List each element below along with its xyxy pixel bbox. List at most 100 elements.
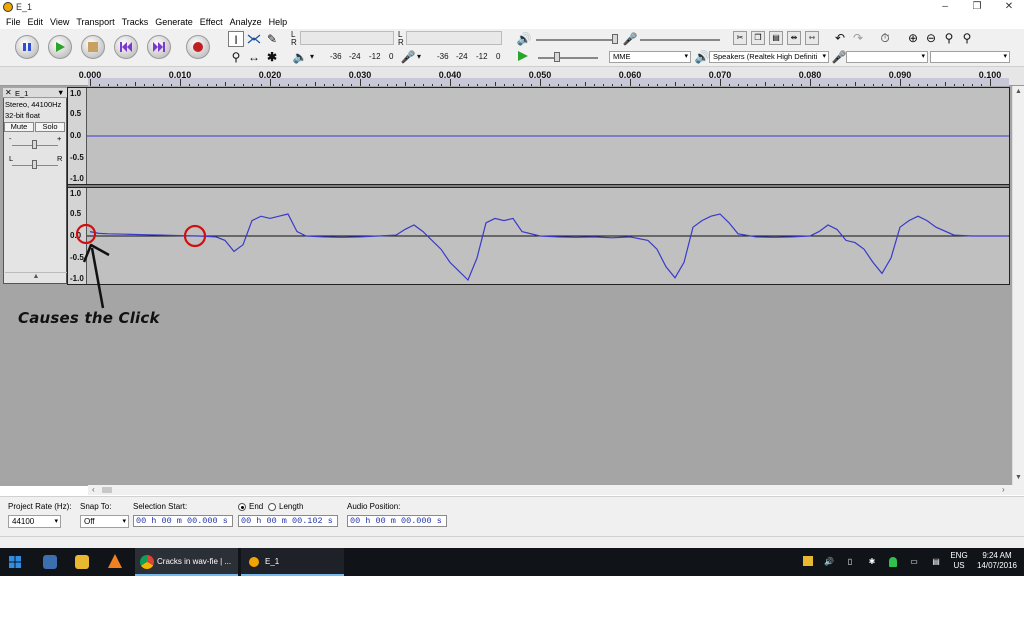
playback-meter[interactable] — [406, 31, 502, 45]
solo-button[interactable]: Solo — [35, 122, 65, 132]
output-volume-icon: 🔊 — [516, 32, 532, 46]
menu-help[interactable]: Help — [267, 15, 293, 29]
vertical-scrollbar[interactable]: ▲ ▼ — [1012, 86, 1024, 486]
network-icon[interactable]: ✱ — [865, 548, 879, 576]
track-sample-info: 32-bit float — [5, 111, 41, 120]
ruler-tick — [810, 79, 811, 86]
selection-tool-icon[interactable]: I — [228, 31, 244, 47]
length-radio[interactable] — [268, 503, 276, 511]
blank-area — [0, 576, 1024, 637]
sync-lock-icon[interactable]: ⏱ — [877, 30, 893, 46]
play-speed-slider[interactable] — [538, 57, 598, 59]
scroll-up-icon[interactable]: ▲ — [1015, 88, 1022, 95]
output-device-select[interactable]: Speakers (Realtek High Definiti ▾ — [709, 51, 829, 63]
mic-icon[interactable]: 🎤 — [400, 49, 416, 65]
zoom-tool-icon[interactable]: ⚲ — [228, 49, 244, 65]
play-speed-thumb[interactable] — [554, 52, 560, 62]
snap-to-select[interactable]: Off ▾ — [80, 515, 129, 528]
selection-end-field[interactable]: 00 h 00 m 00.102 s — [238, 515, 338, 527]
rec-meter-speaker-icon[interactable]: 🔈 — [292, 49, 308, 65]
play-at-speed-button[interactable] — [517, 50, 529, 64]
input-channels-select[interactable]: ▾ — [930, 51, 1010, 63]
notifications-icon[interactable]: ▤ — [929, 548, 943, 576]
scroll-left-icon[interactable]: ‹ — [92, 485, 95, 494]
input-device-select[interactable]: ▾ — [846, 51, 928, 63]
fit-selection-icon[interactable]: ⚲ — [941, 30, 957, 46]
menu-tracks[interactable]: Tracks — [120, 15, 154, 29]
volume-icon[interactable]: 🔊 — [822, 548, 836, 576]
audio-position-field[interactable]: 00 h 00 m 00.000 s — [347, 515, 447, 527]
zoom-in-icon[interactable]: ⊕ — [905, 30, 921, 46]
track-name-row[interactable]: ✕ E_1 ▼ — [3, 88, 67, 98]
menu-view[interactable]: View — [48, 15, 74, 29]
display-icon[interactable]: ▭ — [907, 548, 921, 576]
fit-project-icon[interactable]: ⚲ — [959, 30, 975, 46]
minimize-button[interactable]: – — [930, 0, 960, 15]
play-scale-36: -36 — [437, 52, 449, 61]
end-radio[interactable] — [238, 503, 246, 511]
copy-icon[interactable]: ❐ — [751, 31, 765, 45]
zoom-out-icon[interactable]: ⊖ — [923, 30, 939, 46]
menu-analyze[interactable]: Analyze — [228, 15, 267, 29]
menu-effect[interactable]: Effect — [198, 15, 228, 29]
horizontal-scroll-thumb[interactable] — [102, 487, 112, 493]
output-volume-thumb[interactable] — [612, 34, 618, 44]
rec-meter-dropdown[interactable]: ▾ — [310, 52, 314, 61]
menu-generate[interactable]: Generate — [153, 15, 198, 29]
play-button[interactable] — [48, 35, 72, 59]
tray-green-icon[interactable] — [889, 557, 897, 567]
scroll-right-icon[interactable]: › — [1002, 485, 1005, 494]
skip-to-end-button[interactable] — [147, 35, 171, 59]
project-rate-label: Project Rate (Hz): — [8, 502, 72, 511]
task-view-icon[interactable] — [43, 555, 57, 569]
tray-app-icon[interactable] — [803, 556, 813, 566]
track-name-menu[interactable]: E_1 — [15, 89, 28, 98]
project-rate-value: 44100 — [12, 517, 35, 526]
redo-icon[interactable]: ↷ — [850, 30, 866, 46]
menu-transport[interactable]: Transport — [74, 15, 119, 29]
menu-edit[interactable]: Edit — [26, 15, 49, 29]
selection-start-field[interactable]: 00 h 00 m 00.000 s — [133, 515, 233, 527]
stop-button[interactable] — [81, 35, 105, 59]
draw-tool-icon[interactable]: ✎ — [264, 31, 280, 47]
silence-icon[interactable]: ⇿ — [805, 31, 819, 45]
envelope-tool-icon[interactable] — [246, 31, 262, 47]
scroll-down-icon[interactable]: ▼ — [1015, 474, 1022, 481]
clock-time: 9:24 AM — [982, 551, 1012, 560]
track-menu-chevron-icon[interactable]: ▼ — [57, 88, 64, 97]
cut-icon[interactable]: ✂ — [733, 31, 747, 45]
language-indicator[interactable]: ENG US — [948, 551, 970, 579]
gain-slider-thumb[interactable] — [32, 140, 37, 149]
output-volume-slider[interactable] — [536, 39, 616, 41]
snap-to-value: Off — [84, 517, 95, 526]
input-volume-slider[interactable] — [640, 39, 720, 41]
record-button[interactable] — [186, 35, 210, 59]
undo-icon[interactable]: ↶ — [832, 30, 848, 46]
audio-host-select[interactable]: MME ▾ — [609, 51, 691, 63]
length-label: Length — [279, 502, 304, 511]
pause-button[interactable] — [15, 35, 39, 59]
timeshift-tool-icon[interactable]: ↔ — [246, 49, 262, 65]
close-button[interactable]: ✕ — [994, 0, 1024, 15]
track-close-button[interactable]: ✕ — [5, 88, 12, 97]
vlc-icon[interactable] — [108, 554, 122, 568]
trim-icon[interactable]: ⇹ — [787, 31, 801, 45]
skip-to-start-button[interactable] — [114, 35, 138, 59]
audio-host-value: MME — [613, 52, 631, 61]
restore-button[interactable]: ❐ — [962, 0, 992, 15]
menu-file[interactable]: File — [4, 15, 26, 29]
record-meter[interactable] — [300, 31, 394, 45]
multi-tool-icon[interactable]: ✱ — [264, 49, 280, 65]
battery-icon[interactable]: ▯ — [843, 548, 857, 576]
mute-button[interactable]: Mute — [4, 122, 34, 132]
pan-slider-thumb[interactable] — [32, 160, 37, 169]
collapse-track-button[interactable]: ▲ — [5, 272, 67, 283]
file-explorer-icon[interactable] — [75, 555, 89, 569]
project-rate-select[interactable]: 44100 ▾ — [8, 515, 61, 528]
clock[interactable]: 9:24 AM 14/07/2016 — [972, 551, 1022, 579]
play-meter-dropdown[interactable]: ▾ — [417, 52, 421, 61]
horizontal-scrollbar[interactable]: ‹ › — [88, 485, 1024, 495]
stop-icon — [88, 42, 98, 52]
paste-icon[interactable]: ▤ — [769, 31, 783, 45]
windows-start-icon[interactable] — [9, 556, 21, 570]
